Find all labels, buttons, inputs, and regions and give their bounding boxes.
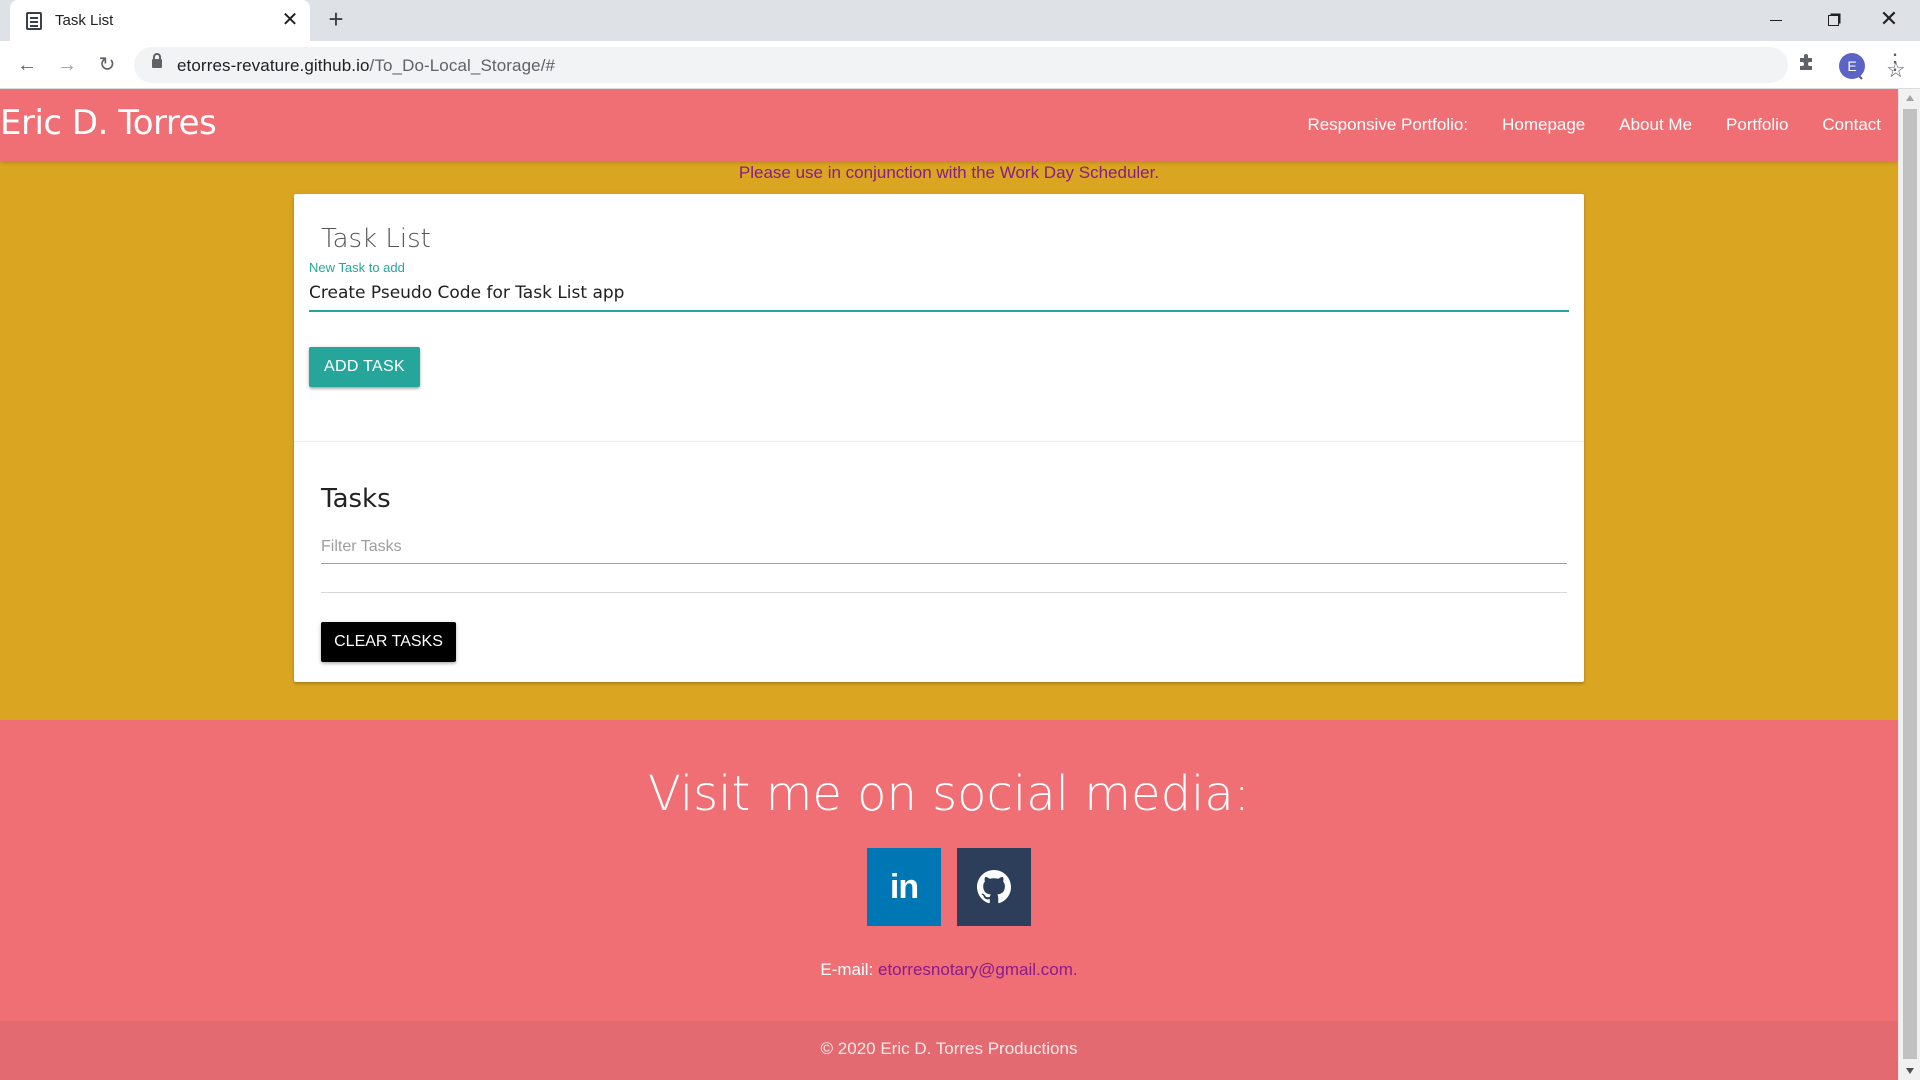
- site-header: Eric D. Torres Responsive Portfolio: Hom…: [0, 89, 1898, 161]
- new-task-input[interactable]: [309, 276, 1569, 312]
- nav-about-me[interactable]: About Me: [1602, 115, 1709, 135]
- nav-homepage[interactable]: Homepage: [1485, 115, 1602, 135]
- github-button[interactable]: [957, 848, 1031, 926]
- page-viewport: Eric D. Torres Responsive Portfolio: Hom…: [0, 89, 1898, 1080]
- brand-logo[interactable]: Eric D. Torres: [0, 103, 217, 143]
- social-heading: Visit me on social media:: [648, 766, 1250, 822]
- card-divider: [294, 441, 1584, 442]
- nav-label: Responsive Portfolio:: [1307, 115, 1469, 134]
- menu-icon[interactable]: ⋮: [1884, 51, 1906, 73]
- task-collection: [321, 592, 1567, 593]
- scroll-up-arrow[interactable]: [1906, 95, 1914, 101]
- browser-tabstrip: Task List ✕ + ✕: [0, 0, 1920, 41]
- email-link[interactable]: etorresnotary@gmail.com.: [878, 960, 1078, 979]
- browser-tab[interactable]: Task List ✕: [10, 0, 310, 41]
- plus-icon[interactable]: +: [322, 6, 350, 34]
- email-line: E-mail: etorresnotary@gmail.com.: [0, 960, 1898, 980]
- browser-toolbar: ← → ↻ etorres-revature.github.io/To_Do-L…: [0, 41, 1920, 89]
- back-icon[interactable]: ←: [13, 51, 41, 79]
- new-task-label: New Task to add: [309, 260, 405, 275]
- copyright-bar: © 2020 Eric D. Torres Productions: [0, 1021, 1898, 1080]
- clear-tasks-button[interactable]: CLEAR TASKS: [321, 622, 456, 662]
- page-scrollbar[interactable]: [1898, 89, 1920, 1080]
- tasks-heading: Tasks: [321, 484, 391, 514]
- profile-avatar[interactable]: E: [1839, 53, 1865, 79]
- restore-button[interactable]: [1806, 0, 1860, 41]
- email-prefix: E-mail:: [820, 960, 878, 979]
- scheduler-notice: Please use in conjunction with the Work …: [738, 163, 1160, 182]
- card-title: Task List: [321, 224, 431, 254]
- url-text[interactable]: etorres-revature.github.io/To_Do-Local_S…: [177, 56, 555, 76]
- filter-tasks-input[interactable]: [321, 530, 1567, 564]
- document-icon: [26, 12, 42, 30]
- copyright-text: © 2020 Eric D. Torres Productions: [820, 1039, 1078, 1058]
- minimize-button[interactable]: [1749, 0, 1803, 41]
- close-icon[interactable]: ✕: [278, 8, 302, 32]
- linkedin-button[interactable]: in: [867, 848, 941, 926]
- add-task-button[interactable]: ADD TASK: [309, 347, 420, 387]
- window-close-button[interactable]: ✕: [1862, 0, 1916, 41]
- nav-portfolio[interactable]: Portfolio: [1709, 115, 1805, 135]
- forward-icon[interactable]: →: [53, 51, 81, 79]
- nav-contact[interactable]: Contact: [1805, 115, 1898, 135]
- task-card: Task List New Task to add ADD TASK Tasks…: [294, 194, 1584, 682]
- scroll-down-arrow[interactable]: [1906, 1068, 1914, 1074]
- site-footer: Visit me on social media: in E-mail: eto…: [0, 720, 1898, 1080]
- linkedin-icon: in: [889, 867, 919, 906]
- scroll-thumb[interactable]: [1903, 109, 1917, 1059]
- reload-icon[interactable]: ↻: [93, 51, 121, 79]
- extensions-icon[interactable]: [1797, 51, 1817, 73]
- tab-title: Task List: [55, 12, 114, 29]
- github-icon: [977, 870, 1011, 904]
- lock-icon[interactable]: [152, 53, 162, 68]
- address-bar[interactable]: etorres-revature.github.io/To_Do-Local_S…: [134, 47, 1906, 83]
- main-nav: Responsive Portfolio: Homepage About Me …: [1290, 89, 1898, 161]
